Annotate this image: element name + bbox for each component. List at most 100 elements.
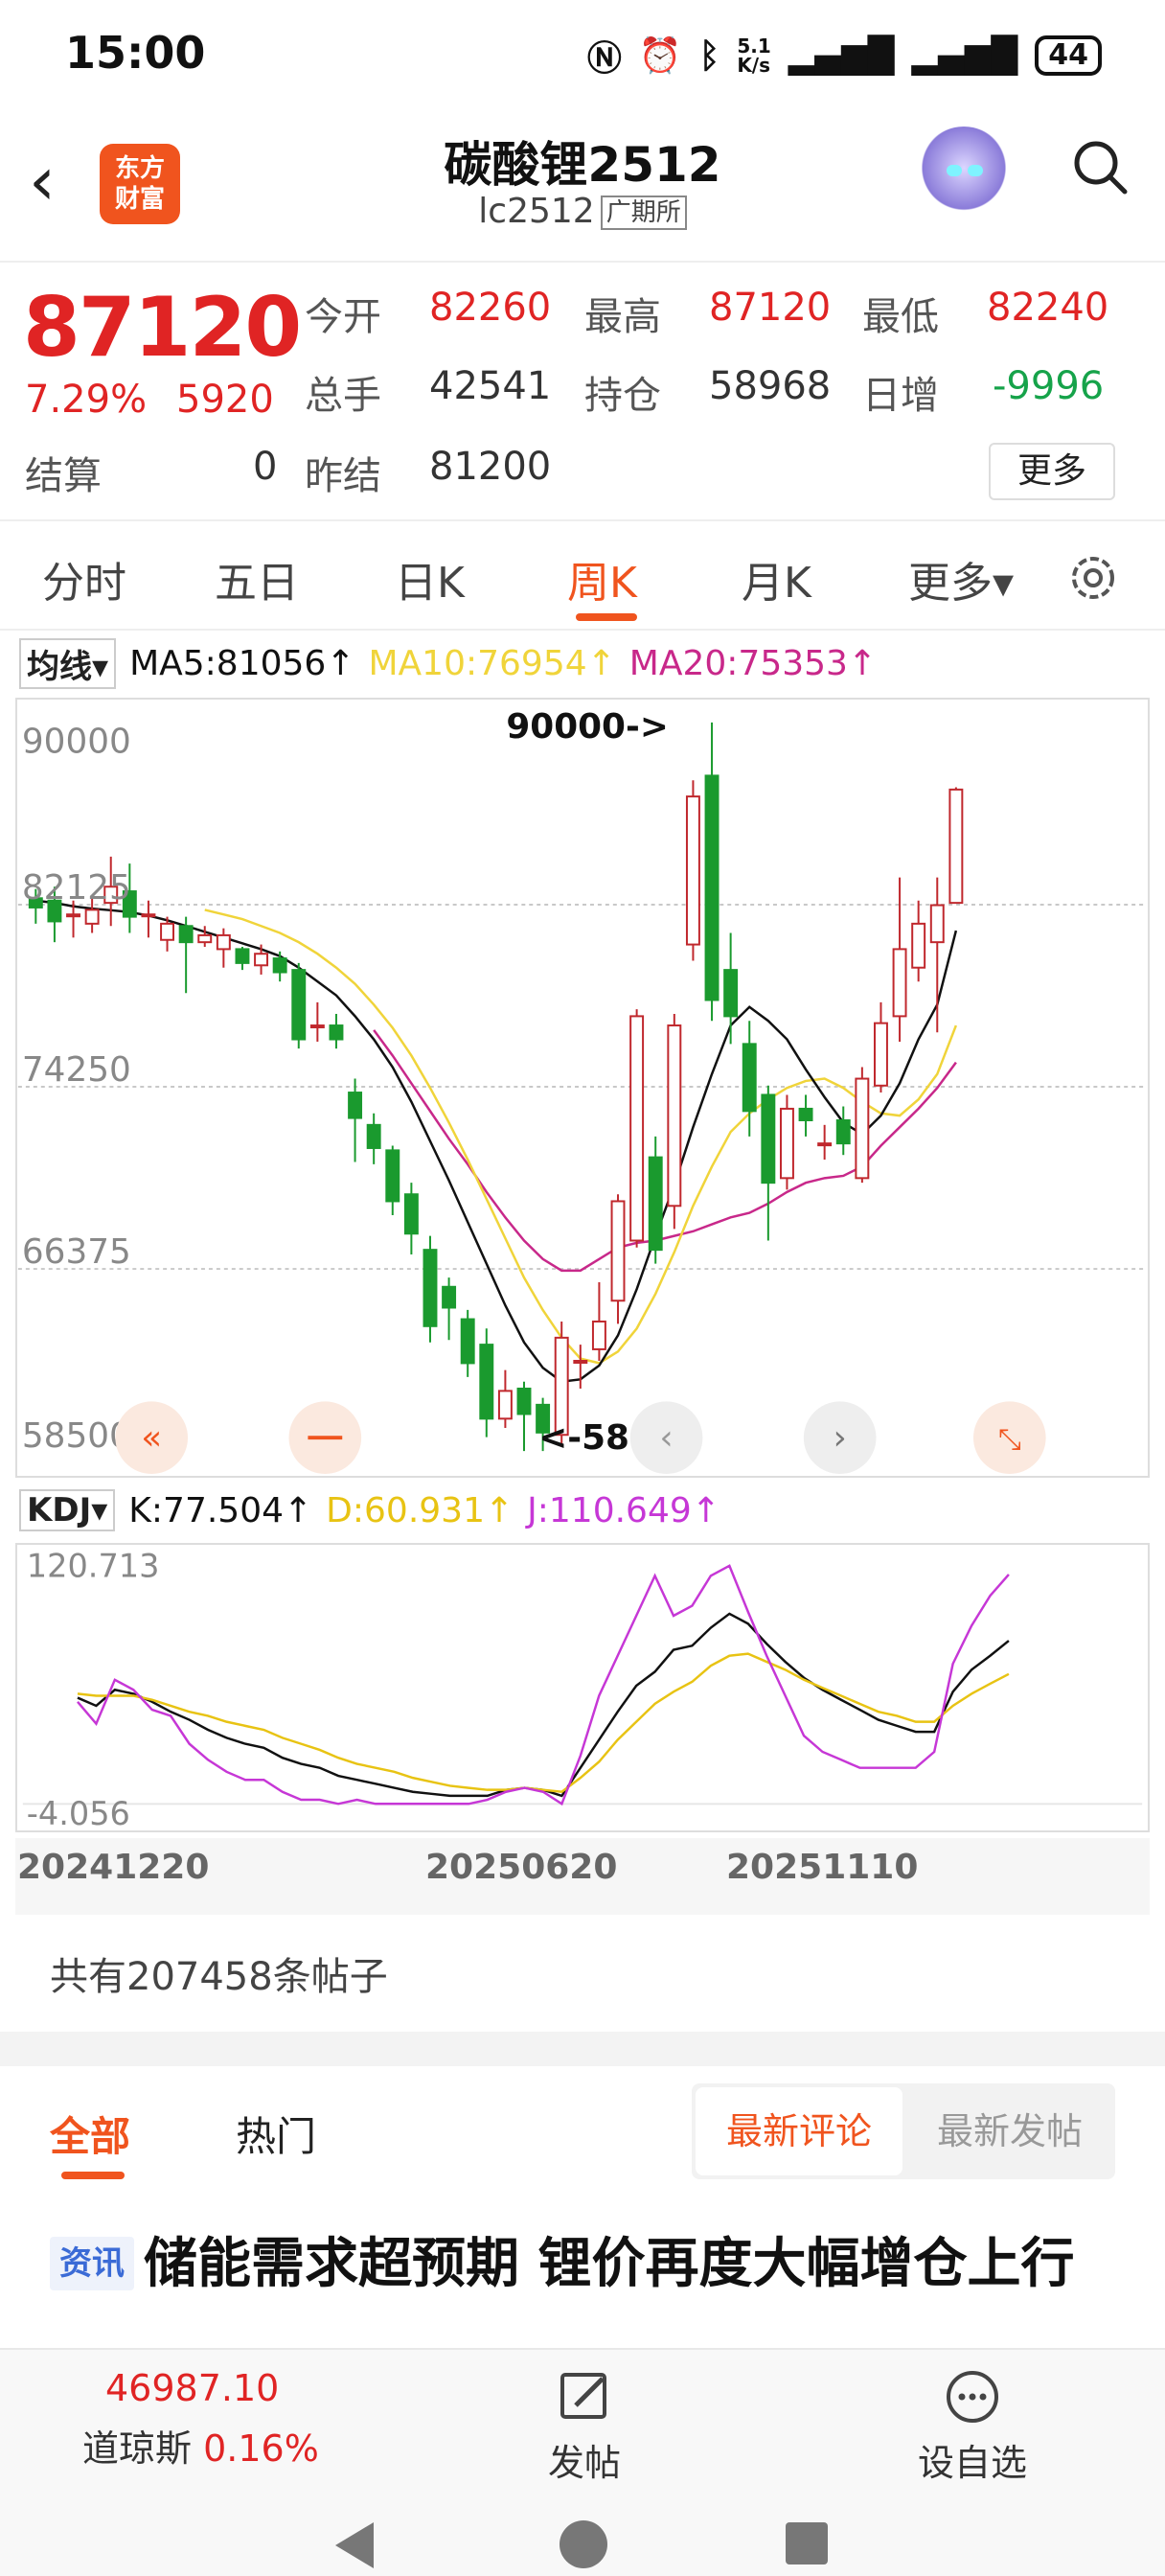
candlestick-chart[interactable]: 900008212574250663755850090000-><-58500 …	[15, 698, 1150, 1478]
exchange-tag: 广期所	[600, 196, 687, 230]
sort-toggle: 最新评论 最新发帖	[692, 2083, 1115, 2179]
sort-latest-post[interactable]: 最新发帖	[908, 2087, 1111, 2175]
contract-code: lc2512	[478, 192, 595, 231]
system-back-icon[interactable]	[335, 2522, 374, 2568]
more-dots-icon	[947, 2371, 998, 2423]
candle-body	[573, 1360, 588, 1364]
change-amount: 5920	[176, 378, 274, 422]
expand-icon: ⤡	[998, 1423, 1021, 1457]
high-annotation: 90000->	[506, 707, 668, 747]
candle-body	[423, 1249, 438, 1327]
signal-icon: ▂▄▆█	[788, 35, 895, 76]
candle	[835, 1106, 851, 1156]
candle-body	[648, 1156, 663, 1252]
index-pct: 0.16%	[203, 2427, 319, 2470]
candle	[141, 900, 156, 938]
sort-latest-comment[interactable]: 最新评论	[696, 2087, 902, 2175]
battery-icon: 44	[1035, 35, 1102, 76]
candle	[423, 1235, 438, 1343]
date-tick-start: 20241220	[17, 1848, 210, 1887]
candle	[309, 1001, 325, 1042]
candle	[329, 1013, 344, 1049]
prev-settle-label: 昨结	[305, 454, 381, 498]
high-label: 最高	[584, 295, 661, 339]
tab-hot-posts[interactable]: 热门	[236, 2104, 316, 2163]
tab-weekly-k[interactable]: 周K	[567, 548, 637, 610]
candle-body	[497, 1390, 513, 1420]
tab-daily-k[interactable]: 日K	[395, 548, 465, 610]
candle-body	[309, 1024, 325, 1029]
prev-settle-value: 81200	[429, 445, 552, 489]
candle	[855, 1067, 870, 1184]
candle-body	[929, 904, 945, 944]
kdj-chart[interactable]: 120.713 -4.056	[15, 1543, 1150, 1832]
quote-panel: 87120 7.29% 5920 结算 0 今开 82260 最高 87120 …	[0, 261, 1165, 519]
candle-body	[742, 1043, 757, 1113]
tab-five-day[interactable]: 五日	[215, 548, 299, 610]
indicator-selector[interactable]: 均线▾	[19, 637, 117, 689]
candle-body	[178, 925, 194, 944]
ma5-line	[35, 899, 958, 1383]
candle-body	[385, 1149, 400, 1203]
candle-body	[704, 774, 720, 1001]
candle	[911, 900, 926, 982]
chevron-left-icon: ‹	[659, 1418, 673, 1458]
candle-body	[817, 1142, 833, 1147]
candle-body	[329, 1024, 344, 1041]
candle-body	[216, 933, 231, 951]
favorite-label: 设自选	[917, 2442, 1027, 2484]
index-value[interactable]: 46987.10	[105, 2367, 279, 2409]
candle-body	[685, 795, 700, 946]
search-icon[interactable]	[1071, 138, 1129, 196]
high-value: 87120	[709, 286, 832, 330]
kdj-legend: KDJ▾ K:77.504↑ D:60.931↑ J:110.649↑	[19, 1487, 720, 1533]
low-label: 最低	[862, 295, 939, 339]
edit-icon	[560, 2373, 606, 2419]
ma10-label: MA10:76954↑	[368, 643, 616, 683]
kdj-d-line	[77, 1652, 1010, 1794]
bottom-bar: 46987.10 道琼斯 0.16% 发帖 设自选	[0, 2348, 1165, 2576]
candle-body	[66, 913, 80, 918]
tab-all-posts[interactable]: 全部	[50, 2104, 130, 2163]
tab-monthly-k[interactable]: 月K	[742, 548, 811, 610]
tab-more[interactable]: 更多▾	[908, 548, 1014, 610]
net-speed: 5.1 K/s	[737, 34, 771, 77]
kdj-selector[interactable]: KDJ▾	[19, 1489, 116, 1531]
candle-body	[779, 1107, 794, 1180]
system-home-icon[interactable]	[560, 2520, 607, 2568]
candle-body	[873, 1022, 888, 1087]
post-button[interactable]: 发帖	[537, 2369, 632, 2486]
candle	[892, 877, 907, 1042]
candle	[497, 1369, 513, 1428]
oi-value: 58968	[709, 364, 832, 408]
open-value: 82260	[429, 286, 552, 330]
double-left-icon: «	[141, 1418, 162, 1458]
post-count: 共有207458条帖子	[50, 1955, 388, 1999]
status-icons: Ⓝ ⏰ ᛒ 5.1 K/s ▂▄▆█ ▂▄▆█ 44	[587, 31, 1102, 80]
status-time: 15:00	[65, 27, 206, 79]
tab-intraday[interactable]: 分时	[42, 548, 126, 610]
candle-body	[948, 788, 964, 905]
system-recents-icon[interactable]	[786, 2522, 828, 2564]
assistant-robot-icon[interactable]	[918, 126, 1010, 218]
candle	[723, 932, 739, 1045]
candle	[479, 1328, 494, 1438]
candle	[178, 916, 194, 994]
daily-inc-label: 日增	[862, 374, 939, 418]
y-tick-label: 58500	[22, 1416, 131, 1456]
kdj-j-label: J:110.649↑	[527, 1490, 720, 1530]
more-quote-button[interactable]: 更多	[989, 443, 1115, 500]
candle-body	[84, 908, 100, 925]
candle-body	[460, 1318, 475, 1365]
add-favorite-button[interactable]: 设自选	[910, 2369, 1035, 2486]
index-ticker[interactable]: 道琼斯 0.16%	[82, 2419, 319, 2472]
news-item[interactable]: 资讯 储能需求超预期 锂价再度大幅增仓上行	[50, 2223, 1123, 2348]
candle	[667, 1013, 682, 1230]
news-tag: 资讯	[50, 2237, 134, 2290]
gear-icon[interactable]	[1065, 550, 1121, 606]
candle	[403, 1183, 419, 1254]
candle-body	[667, 1024, 682, 1208]
post-label: 发帖	[547, 2442, 621, 2484]
date-tick-end: 20251110	[726, 1848, 919, 1887]
candle	[761, 1085, 776, 1241]
